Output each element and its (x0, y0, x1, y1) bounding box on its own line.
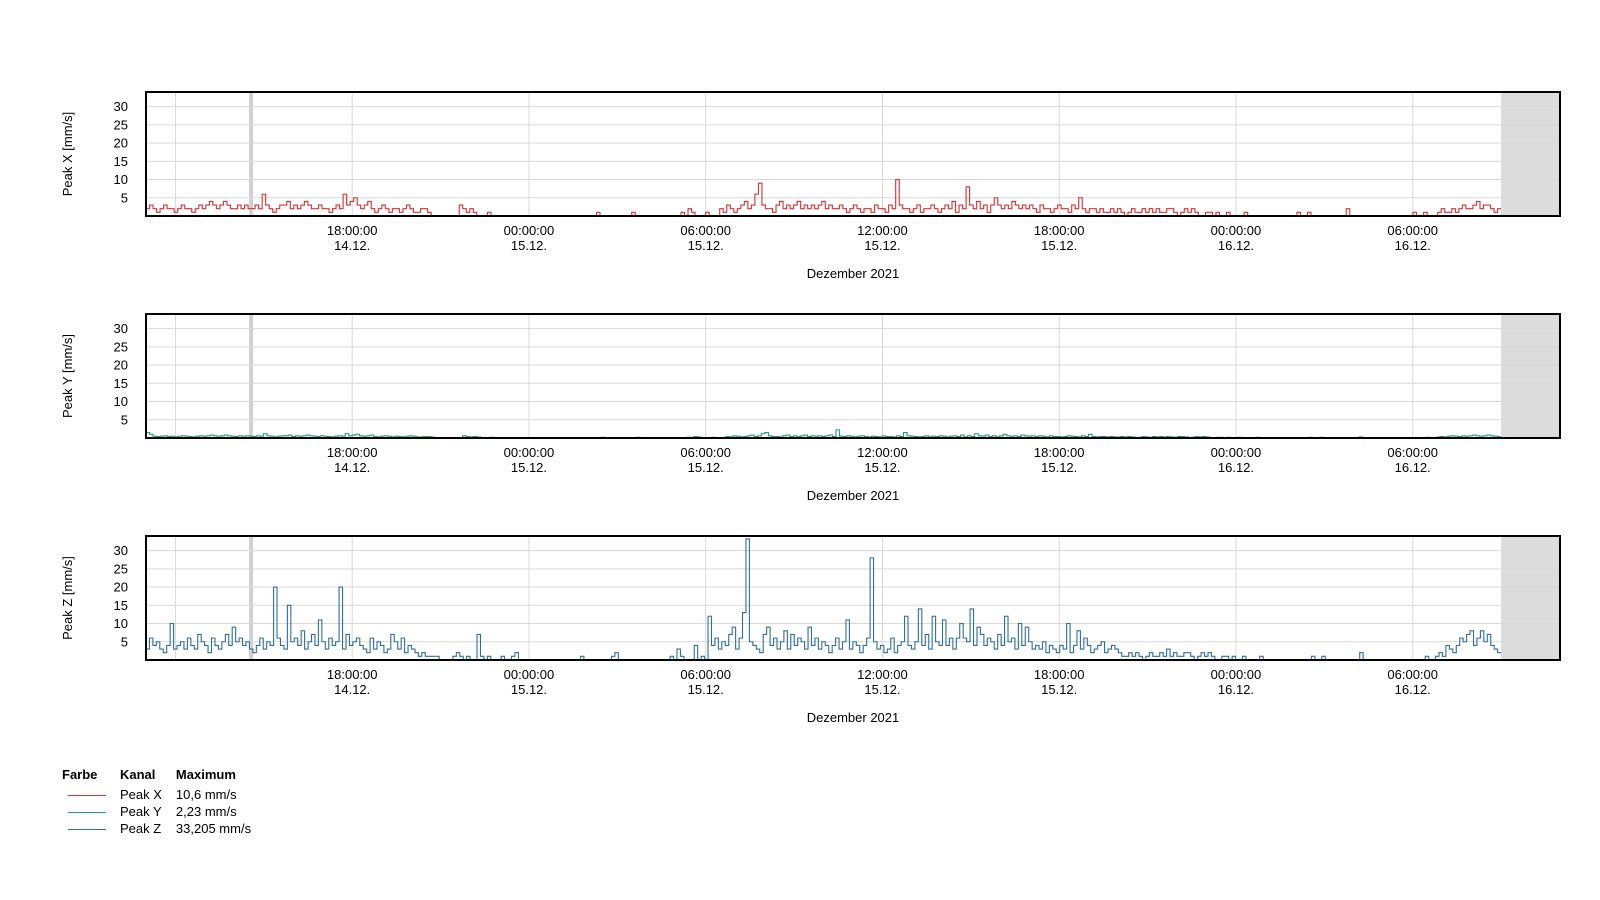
x-tick-time-y-5: 00:00:00 (1211, 445, 1262, 460)
y-axis-label-z: Peak Z [mm/s] (60, 556, 75, 640)
y-tick-label-y-20: 20 (114, 358, 128, 373)
x-axis-label-x: Dezember 2021 (807, 266, 900, 281)
x-tick-date-x-0: 14.12. (334, 238, 370, 253)
x-tick-time-y-2: 06:00:00 (680, 445, 731, 460)
y-tick-label-z-25: 25 (114, 561, 128, 576)
x-tick-date-y-6: 16.12. (1395, 460, 1431, 475)
x-tick-date-z-6: 16.12. (1395, 682, 1431, 697)
y-tick-label-y-5: 5 (121, 412, 128, 427)
legend-row-peak-x: Peak X 10,6 mm/s (62, 787, 265, 804)
x-tick-date-x-6: 16.12. (1395, 238, 1431, 253)
x-tick-time-y-6: 06:00:00 (1387, 445, 1438, 460)
x-tick-date-y-1: 15.12. (511, 460, 547, 475)
x-tick-time-z-6: 06:00:00 (1387, 667, 1438, 682)
y-tick-label-z-20: 20 (114, 580, 128, 595)
x-tick-date-y-2: 15.12. (688, 460, 724, 475)
y-tick-label-z-15: 15 (114, 598, 128, 613)
legend-channel-peak-y: Peak Y (120, 804, 162, 819)
x-tick-time-y-1: 00:00:00 (504, 445, 555, 460)
legend-maximum-peak-y: 2,23 mm/s (175, 804, 237, 819)
x-tick-time-z-4: 18:00:00 (1034, 667, 1085, 682)
y-tick-label-z-30: 30 (114, 543, 128, 558)
panel-z: 5101520253018:00:0014.12.00:00:0015.12.0… (60, 535, 1561, 725)
x-tick-date-y-3: 15.12. (864, 460, 900, 475)
y-axis-label-x: Peak X [mm/s] (60, 112, 75, 197)
x-tick-date-x-3: 15.12. (864, 238, 900, 253)
x-tick-time-z-2: 06:00:00 (680, 667, 731, 682)
legend-row-peak-z: Peak Z 33,205 mm/s (62, 821, 265, 838)
legend-header-channel: Kanal (120, 767, 156, 782)
y-axis-label-y: Peak Y [mm/s] (60, 334, 75, 418)
x-tick-time-z-0: 18:00:00 (327, 667, 378, 682)
x-tick-date-y-5: 16.12. (1218, 460, 1254, 475)
x-tick-date-z-1: 15.12. (511, 682, 547, 697)
y-tick-label-y-15: 15 (114, 376, 128, 391)
y-tick-label-x-10: 10 (114, 172, 128, 187)
legend-table: Farbe Kanal Maximum Peak X 10,6 mm/s Pea… (62, 767, 265, 838)
charts-area: 5101520253018:00:0014.12.00:00:0015.12.0… (60, 91, 1561, 725)
legend-header-maximum: Maximum (175, 767, 236, 782)
x-tick-date-y-4: 15.12. (1041, 460, 1077, 475)
y-tick-label-x-25: 25 (114, 117, 128, 132)
x-tick-date-z-5: 16.12. (1218, 682, 1254, 697)
legend-maximum-peak-z: 33,205 mm/s (175, 821, 252, 836)
x-tick-date-y-0: 14.12. (334, 460, 370, 475)
x-tick-date-z-3: 15.12. (864, 682, 900, 697)
panel-x: 5101520253018:00:0014.12.00:00:0015.12.0… (60, 91, 1561, 281)
legend-channel-peak-x: Peak X (120, 787, 162, 802)
y-tick-label-y-30: 30 (114, 321, 128, 336)
y-tick-label-y-25: 25 (114, 339, 128, 354)
panel-y: 5101520253018:00:0014.12.00:00:0015.12.0… (60, 313, 1561, 503)
legend-header-color: Farbe (62, 767, 98, 782)
x-tick-time-y-3: 12:00:00 (857, 445, 908, 460)
x-tick-date-x-2: 15.12. (688, 238, 724, 253)
x-tick-time-z-5: 00:00:00 (1211, 667, 1262, 682)
x-tick-time-x-4: 18:00:00 (1034, 223, 1085, 238)
x-tick-time-x-6: 06:00:00 (1387, 223, 1438, 238)
x-tick-date-z-4: 15.12. (1041, 682, 1077, 697)
x-tick-time-z-1: 00:00:00 (504, 667, 555, 682)
legend-swatch-peak-x (68, 795, 106, 797)
legend-row-peak-y: Peak Y 2,23 mm/s (62, 804, 265, 821)
y-tick-label-x-15: 15 (114, 154, 128, 169)
y-tick-label-x-20: 20 (114, 136, 128, 151)
x-tick-time-x-3: 12:00:00 (857, 223, 908, 238)
x-tick-date-x-1: 15.12. (511, 238, 547, 253)
x-axis-label-z: Dezember 2021 (807, 710, 900, 725)
legend-maximum-peak-x: 10,6 mm/s (175, 787, 237, 802)
x-tick-time-x-2: 06:00:00 (680, 223, 731, 238)
y-tick-label-z-10: 10 (114, 616, 128, 631)
x-tick-date-x-5: 16.12. (1218, 238, 1254, 253)
x-tick-date-x-4: 15.12. (1041, 238, 1077, 253)
x-tick-time-y-4: 18:00:00 (1034, 445, 1085, 460)
x-tick-date-z-2: 15.12. (688, 682, 724, 697)
x-axis-label-y: Dezember 2021 (807, 488, 900, 503)
x-tick-time-x-5: 00:00:00 (1211, 223, 1262, 238)
legend-swatch-peak-y (68, 812, 106, 814)
legend-channel-peak-z: Peak Z (120, 821, 162, 836)
y-tick-label-x-30: 30 (114, 99, 128, 114)
x-tick-time-x-0: 18:00:00 (327, 223, 378, 238)
x-tick-time-x-1: 00:00:00 (504, 223, 555, 238)
y-tick-label-x-5: 5 (121, 190, 128, 205)
x-tick-date-z-0: 14.12. (334, 682, 370, 697)
legend-header-row: Farbe Kanal Maximum (62, 767, 265, 787)
x-tick-time-y-0: 18:00:00 (327, 445, 378, 460)
y-tick-label-y-10: 10 (114, 394, 128, 409)
legend: Farbe Kanal Maximum Peak X 10,6 mm/s Pea… (62, 767, 265, 838)
x-tick-time-z-3: 12:00:00 (857, 667, 908, 682)
legend-swatch-peak-z (68, 829, 106, 831)
y-tick-label-z-5: 5 (121, 634, 128, 649)
